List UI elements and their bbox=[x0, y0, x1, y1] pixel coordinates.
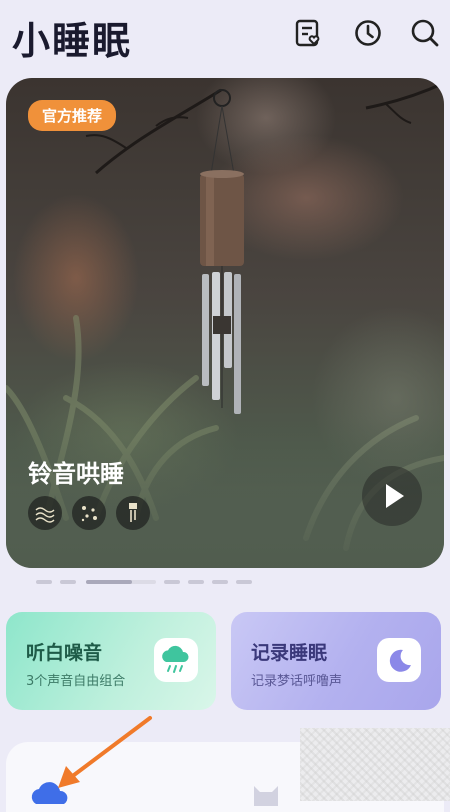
carousel-dot[interactable] bbox=[36, 580, 52, 584]
white-noise-card[interactable]: 听白噪音 3个声音自由组合 bbox=[6, 612, 216, 710]
rain-cloud-icon bbox=[154, 638, 198, 682]
app-title: 小睡眠 bbox=[12, 19, 133, 63]
chime-sound-icon bbox=[116, 496, 150, 530]
card-title: 记录睡眠 bbox=[251, 642, 328, 664]
carousel-dot[interactable] bbox=[164, 580, 180, 584]
sparkle-sound-icon bbox=[72, 496, 106, 530]
list-favorite-icon[interactable] bbox=[294, 18, 324, 48]
hero-title: 铃音哄睡 bbox=[28, 460, 124, 488]
carousel-dot-active-track[interactable] bbox=[86, 580, 156, 584]
play-icon bbox=[386, 484, 404, 508]
official-recommend-badge: 官方推荐 bbox=[28, 100, 117, 131]
sleep-record-card[interactable]: 记录睡眠 记录梦话呼噜声 bbox=[231, 612, 441, 710]
carousel-dot[interactable] bbox=[60, 580, 76, 584]
hero-banner[interactable]: 官方推荐 铃音哄睡 bbox=[6, 78, 444, 568]
carousel-dot[interactable] bbox=[188, 580, 204, 584]
card-title: 听白噪音 bbox=[26, 642, 103, 664]
header: 小睡眠 bbox=[0, 0, 450, 70]
annotation-arrow bbox=[58, 716, 152, 788]
carousel-dot[interactable] bbox=[236, 580, 252, 584]
carousel-dot[interactable] bbox=[212, 580, 228, 584]
clock-icon[interactable] bbox=[353, 18, 383, 48]
search-icon[interactable] bbox=[410, 18, 440, 48]
nav-cat-icon[interactable] bbox=[246, 776, 286, 806]
moon-icon bbox=[377, 638, 421, 682]
card-subtitle: 3个声音自由组合 bbox=[26, 674, 126, 689]
watermark bbox=[300, 728, 450, 801]
wave-sound-icon bbox=[28, 496, 62, 530]
play-button[interactable] bbox=[362, 466, 422, 526]
card-subtitle: 记录梦话呼噜声 bbox=[251, 674, 343, 689]
